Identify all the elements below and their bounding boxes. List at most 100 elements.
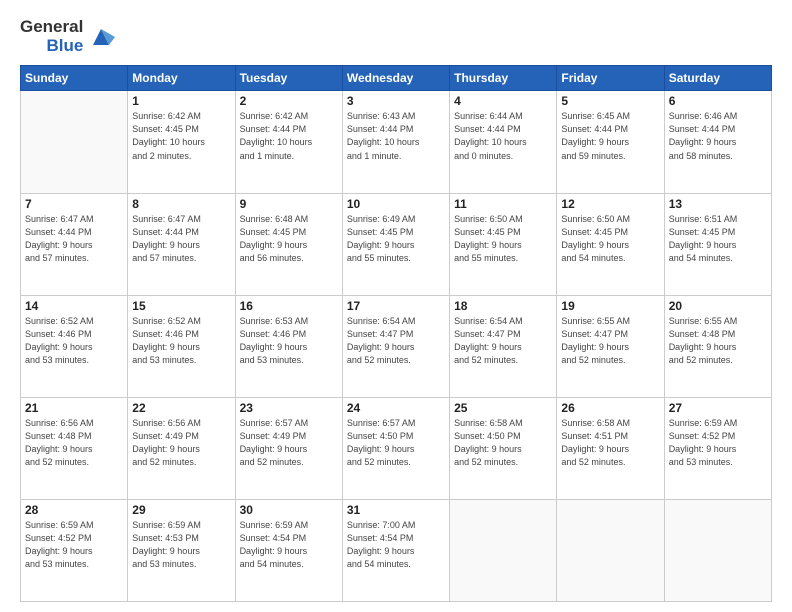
day-number: 15	[132, 299, 230, 313]
day-number: 26	[561, 401, 659, 415]
calendar-cell: 5Sunrise: 6:45 AMSunset: 4:44 PMDaylight…	[557, 91, 664, 193]
day-number: 20	[669, 299, 767, 313]
day-number: 3	[347, 94, 445, 108]
calendar-cell: 2 Sunrise: 6:42 AMSunset: 4:44 PMDaylight…	[235, 91, 342, 193]
day-info: Sunrise: 6:47 AMSunset: 4:44 PMDaylight:…	[132, 213, 230, 265]
calendar-cell: 12 Sunrise: 6:50 AMSunset: 4:45 PMDayligh…	[557, 193, 664, 295]
day-info: Sunrise: 6:59 AMSunset: 4:52 PMDaylight:…	[669, 417, 767, 469]
logo-general: General	[20, 18, 83, 37]
weekday-tuesday: Tuesday	[235, 66, 342, 91]
logo-icon	[87, 23, 115, 51]
day-info: Sunrise: 6:48 AMSunset: 4:45 PMDaylight:…	[240, 213, 338, 265]
day-number: 27	[669, 401, 767, 415]
day-number: 23	[240, 401, 338, 415]
weekday-monday: Monday	[128, 66, 235, 91]
day-number: 17	[347, 299, 445, 313]
calendar-cell: 20 Sunrise: 6:55 AMSunset: 4:48 PMDayligh…	[664, 295, 771, 397]
day-info: Sunrise: 6:55 AMSunset: 4:48 PMDaylight:…	[669, 315, 767, 367]
day-number: 24	[347, 401, 445, 415]
calendar-cell: 24 Sunrise: 6:57 AMSunset: 4:50 PMDayligh…	[342, 397, 449, 499]
day-number: 10	[347, 197, 445, 211]
calendar-table: SundayMondayTuesdayWednesdayThursdayFrid…	[20, 65, 772, 602]
weekday-wednesday: Wednesday	[342, 66, 449, 91]
day-info: Sunrise: 6:57 AMSunset: 4:50 PMDaylight:…	[347, 417, 445, 469]
day-info: Sunrise: 6:59 AMSunset: 4:52 PMDaylight:…	[25, 519, 123, 571]
weekday-thursday: Thursday	[450, 66, 557, 91]
calendar-cell	[450, 499, 557, 601]
calendar-cell: 10 Sunrise: 6:49 AMSunset: 4:45 PMDayligh…	[342, 193, 449, 295]
calendar-cell: 30Sunrise: 6:59 AMSunset: 4:54 PMDayligh…	[235, 499, 342, 601]
day-info: Sunrise: 6:54 AMSunset: 4:47 PMDaylight:…	[454, 315, 552, 367]
calendar-cell	[664, 499, 771, 601]
day-info: Sunrise: 6:52 AMSunset: 4:46 PMDaylight:…	[132, 315, 230, 367]
calendar-cell: 6 Sunrise: 6:46 AMSunset: 4:44 PMDaylight…	[664, 91, 771, 193]
day-info: Sunrise: 6:43 AMSunset: 4:44 PMDaylight:…	[347, 110, 445, 162]
weekday-sunday: Sunday	[21, 66, 128, 91]
calendar-cell: 17Sunrise: 6:54 AMSunset: 4:47 PMDayligh…	[342, 295, 449, 397]
day-info: Sunrise: 6:59 AMSunset: 4:53 PMDaylight:…	[132, 519, 230, 571]
week-row-4: 21 Sunrise: 6:56 AMSunset: 4:48 PMDayligh…	[21, 397, 772, 499]
calendar-cell: 8Sunrise: 6:47 AMSunset: 4:44 PMDaylight…	[128, 193, 235, 295]
calendar-cell: 31 Sunrise: 7:00 AMSunset: 4:54 PMDayligh…	[342, 499, 449, 601]
calendar-cell: 11 Sunrise: 6:50 AMSunset: 4:45 PMDayligh…	[450, 193, 557, 295]
week-row-1: 1Sunrise: 6:42 AMSunset: 4:45 PMDaylight…	[21, 91, 772, 193]
calendar-cell: 25Sunrise: 6:58 AMSunset: 4:50 PMDayligh…	[450, 397, 557, 499]
day-number: 6	[669, 94, 767, 108]
logo-blue: Blue	[46, 37, 83, 56]
calendar-cell: 15 Sunrise: 6:52 AMSunset: 4:46 PMDayligh…	[128, 295, 235, 397]
day-number: 21	[25, 401, 123, 415]
page: General Blue SundayMondayTuesdayWednesda…	[0, 0, 792, 612]
calendar-cell: 9 Sunrise: 6:48 AMSunset: 4:45 PMDaylight…	[235, 193, 342, 295]
calendar-cell: 1Sunrise: 6:42 AMSunset: 4:45 PMDaylight…	[128, 91, 235, 193]
day-info: Sunrise: 6:50 AMSunset: 4:45 PMDaylight:…	[561, 213, 659, 265]
day-number: 12	[561, 197, 659, 211]
day-number: 1	[132, 94, 230, 108]
calendar-cell: 14 Sunrise: 6:52 AMSunset: 4:46 PMDayligh…	[21, 295, 128, 397]
calendar-cell: 27 Sunrise: 6:59 AMSunset: 4:52 PMDayligh…	[664, 397, 771, 499]
day-info: Sunrise: 6:42 AMSunset: 4:44 PMDaylight:…	[240, 110, 338, 162]
calendar-cell	[557, 499, 664, 601]
calendar-cell: 18Sunrise: 6:54 AMSunset: 4:47 PMDayligh…	[450, 295, 557, 397]
calendar-cell: 16 Sunrise: 6:53 AMSunset: 4:46 PMDayligh…	[235, 295, 342, 397]
day-info: Sunrise: 6:50 AMSunset: 4:45 PMDaylight:…	[454, 213, 552, 265]
day-number: 14	[25, 299, 123, 313]
calendar-cell: 3 Sunrise: 6:43 AMSunset: 4:44 PMDaylight…	[342, 91, 449, 193]
day-number: 2	[240, 94, 338, 108]
calendar-cell: 13 Sunrise: 6:51 AMSunset: 4:45 PMDayligh…	[664, 193, 771, 295]
calendar-cell: 29 Sunrise: 6:59 AMSunset: 4:53 PMDayligh…	[128, 499, 235, 601]
day-info: Sunrise: 6:45 AMSunset: 4:44 PMDaylight:…	[561, 110, 659, 162]
weekday-saturday: Saturday	[664, 66, 771, 91]
day-info: Sunrise: 6:44 AMSunset: 4:44 PMDaylight:…	[454, 110, 552, 162]
day-info: Sunrise: 6:57 AMSunset: 4:49 PMDaylight:…	[240, 417, 338, 469]
day-number: 16	[240, 299, 338, 313]
day-info: Sunrise: 6:46 AMSunset: 4:44 PMDaylight:…	[669, 110, 767, 162]
header: General Blue	[20, 18, 772, 55]
calendar-cell: 28Sunrise: 6:59 AMSunset: 4:52 PMDayligh…	[21, 499, 128, 601]
weekday-header-row: SundayMondayTuesdayWednesdayThursdayFrid…	[21, 66, 772, 91]
day-info: Sunrise: 6:56 AMSunset: 4:49 PMDaylight:…	[132, 417, 230, 469]
day-number: 29	[132, 503, 230, 517]
day-info: Sunrise: 6:49 AMSunset: 4:45 PMDaylight:…	[347, 213, 445, 265]
day-number: 9	[240, 197, 338, 211]
day-number: 25	[454, 401, 552, 415]
week-row-2: 7 Sunrise: 6:47 AMSunset: 4:44 PMDaylight…	[21, 193, 772, 295]
calendar-cell: 23 Sunrise: 6:57 AMSunset: 4:49 PMDayligh…	[235, 397, 342, 499]
day-number: 11	[454, 197, 552, 211]
day-number: 7	[25, 197, 123, 211]
calendar-cell: 21 Sunrise: 6:56 AMSunset: 4:48 PMDayligh…	[21, 397, 128, 499]
day-info: Sunrise: 7:00 AMSunset: 4:54 PMDaylight:…	[347, 519, 445, 571]
day-number: 31	[347, 503, 445, 517]
day-info: Sunrise: 6:53 AMSunset: 4:46 PMDaylight:…	[240, 315, 338, 367]
day-info: Sunrise: 6:52 AMSunset: 4:46 PMDaylight:…	[25, 315, 123, 367]
day-info: Sunrise: 6:51 AMSunset: 4:45 PMDaylight:…	[669, 213, 767, 265]
day-info: Sunrise: 6:56 AMSunset: 4:48 PMDaylight:…	[25, 417, 123, 469]
day-number: 19	[561, 299, 659, 313]
calendar-cell: 4 Sunrise: 6:44 AMSunset: 4:44 PMDaylight…	[450, 91, 557, 193]
day-number: 22	[132, 401, 230, 415]
day-number: 13	[669, 197, 767, 211]
logo: General Blue	[20, 18, 115, 55]
day-info: Sunrise: 6:47 AMSunset: 4:44 PMDaylight:…	[25, 213, 123, 265]
day-number: 4	[454, 94, 552, 108]
day-number: 30	[240, 503, 338, 517]
week-row-5: 28Sunrise: 6:59 AMSunset: 4:52 PMDayligh…	[21, 499, 772, 601]
